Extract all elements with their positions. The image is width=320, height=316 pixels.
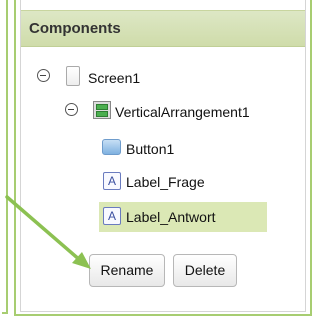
pointer-arrow-icon xyxy=(5,195,91,269)
